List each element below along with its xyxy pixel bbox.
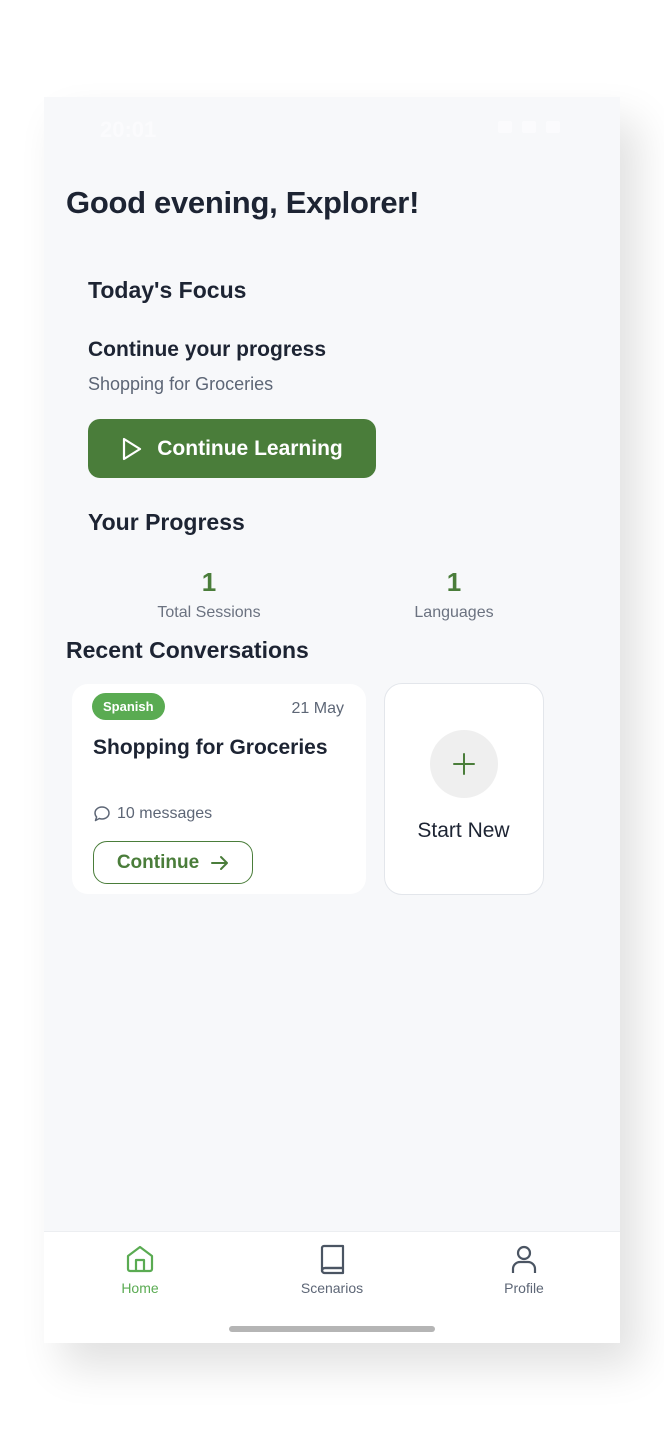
recent-conversations-heading: Recent Conversations [66,637,309,663]
status-icons [498,121,560,133]
greeting-title: Good evening, Explorer! [66,185,420,220]
message-count: 10 messages [93,805,212,823]
continue-learning-button[interactable]: Continue Learning [88,419,376,478]
play-icon [123,437,142,460]
book-icon [320,1244,345,1275]
stat-total-sessions: 1 Total Sessions [109,567,309,622]
tab-profile[interactable]: Profile [464,1242,584,1296]
tab-scenarios[interactable]: Scenarios [272,1242,392,1296]
tab-label: Home [121,1280,159,1296]
stat-value: 1 [446,567,462,597]
focus-subtitle: Shopping for Groceries [88,374,274,394]
conversation-title: Shopping for Groceries [93,736,328,759]
progress-heading: Your Progress [88,509,245,535]
plus-button[interactable] [430,730,498,798]
conversation-date: 21 May [291,700,344,717]
continue-learning-label: Continue Learning [157,436,343,460]
status-time: 20:01 [100,117,157,142]
stat-label: Languages [414,604,494,621]
message-count-label: 10 messages [117,805,213,822]
continue-label: Continue [116,851,200,873]
language-badge: Spanish [92,693,165,720]
stat-label: Total Sessions [157,604,261,621]
home-indicator[interactable] [229,1326,435,1332]
signal-icon [498,121,512,133]
tab-label: Scenarios [300,1280,364,1296]
continue-conversation-button[interactable]: Continue [93,841,253,884]
stat-value: 1 [201,567,217,597]
arrow-right-icon [211,855,229,870]
conversation-card[interactable]: Spanish 21 May Shopping for Groceries 10… [72,684,366,894]
chat-bubble-icon [94,806,110,822]
home-icon [126,1245,154,1273]
plus-icon [453,753,475,775]
status-bar: 20:01 [44,97,620,157]
tab-label: Profile [504,1280,544,1296]
bottom-tab-bar: Home Scenarios Profile [44,1231,620,1343]
app-screen: 20:01 Good evening, Explorer! Today's Fo… [44,97,620,1343]
focus-title: Continue your progress [88,338,327,361]
stat-languages: 1 Languages [354,567,554,622]
wifi-icon [522,121,536,133]
focus-heading: Today's Focus [88,277,247,303]
tab-home[interactable]: Home [80,1242,200,1296]
start-new-card[interactable]: Start New [384,683,544,895]
start-new-label: Start New [417,819,510,842]
user-icon [511,1245,537,1273]
battery-icon [546,121,560,133]
